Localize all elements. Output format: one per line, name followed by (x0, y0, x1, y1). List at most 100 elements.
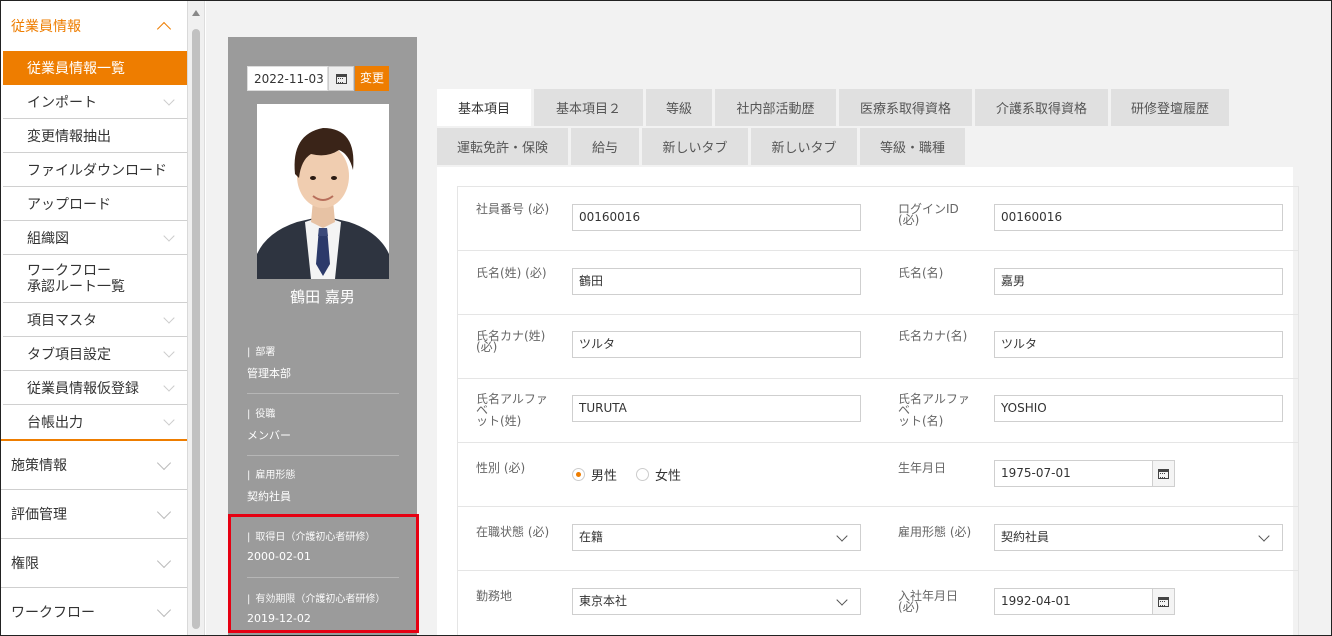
tab-medical-qualifications[interactable]: 医療系取得資格 (839, 89, 972, 126)
calendar-icon (1158, 596, 1169, 607)
first-name-input[interactable]: 嘉男 (994, 268, 1283, 295)
tab-salary[interactable]: 給与 (571, 128, 639, 165)
profile-field-label: 雇用形態 (247, 466, 399, 481)
sidebar-item-workflow-routes[interactable]: ワークフロー 承認ルート一覧 (3, 255, 187, 303)
form-row: 氏名(姓) (必) 鶴田 氏名(名) 嘉男 (458, 251, 1298, 315)
status-label: 在職状態 (必) (476, 525, 550, 539)
calendar-button[interactable] (1152, 461, 1174, 486)
sidebar-section-measures[interactable]: 施策情報 (1, 441, 187, 490)
sidebar-item-label: 従業員情報仮登録 (27, 380, 139, 397)
tab-care-qualifications[interactable]: 介護系取得資格 (975, 89, 1108, 126)
status-select[interactable]: 在籍 (572, 524, 861, 551)
sidebar-section-label: ワークフロー (11, 605, 95, 621)
form-row: 勤務地 東京本社 入社年月日 (必) 1992-04-01 (458, 571, 1298, 635)
sidebar-section-evaluation[interactable]: 評価管理 (1, 490, 187, 539)
label-line-1: ワークフロー (27, 262, 111, 279)
form-row: 在職状態 (必) 在籍 雇用形態 (必) 契約社員 (458, 507, 1298, 571)
sidebar-item-employee-list[interactable]: 従業員情報一覧 (3, 51, 187, 85)
radio-selected-icon (572, 468, 585, 481)
sidebar-item-ledger-output[interactable]: 台帳出力 (3, 405, 187, 439)
sidebar-item-item-master[interactable]: 項目マスタ (3, 303, 187, 337)
birth-date-label: 生年月日 (898, 461, 947, 475)
sidebar-item-label: タブ項目設定 (27, 346, 111, 363)
tab-basic[interactable]: 基本項目 (437, 89, 531, 126)
sidebar-item-provisional-registration[interactable]: 従業員情報仮登録 (3, 371, 187, 405)
tab-grade-job[interactable]: 等級・職種 (860, 128, 965, 165)
sidebar-item-label: 項目マスタ (27, 312, 97, 329)
last-alpha-label: 氏名アルファベ ット(姓) (476, 393, 558, 428)
tab-club-activities[interactable]: 社内部活動歴 (715, 89, 836, 126)
sidebar-item-change-extract[interactable]: 変更情報抽出 (3, 119, 187, 153)
form-row: 社員番号 (必) 00160016 ログインID (必) 00160016 (458, 187, 1298, 251)
sidebar-item-tab-settings[interactable]: タブ項目設定 (3, 337, 187, 371)
calendar-button[interactable] (1152, 589, 1174, 614)
first-alpha-input[interactable]: YOSHIO (994, 395, 1283, 422)
chevron-down-icon (163, 229, 175, 242)
sidebar-section-employee-info[interactable]: 従業員情報 (1, 1, 187, 51)
sidebar-item-org-chart[interactable]: 組織図 (3, 221, 187, 255)
radio-unselected-icon (636, 468, 649, 481)
last-alpha-input[interactable]: TURUTA (572, 395, 861, 422)
sidebar-item-label: インポート (27, 94, 97, 111)
tab-row-1: 基本項目 基本項目２ 等級 社内部活動歴 医療系取得資格 介護系取得資格 研修登… (437, 89, 1317, 127)
employee-no-input[interactable]: 00160016 (572, 204, 861, 231)
sidebar-item-import[interactable]: インポート (3, 85, 187, 119)
form-row: 氏名アルファベ ット(姓) TURUTA 氏名アルファベ ット(名) YOSHIO (458, 379, 1298, 443)
sidebar-section-permissions[interactable]: 権限 (1, 539, 187, 588)
sidebar-item-label: ワークフロー 承認ルート一覧 (27, 263, 125, 295)
birth-date-input[interactable]: 1975-07-01 (994, 460, 1175, 487)
tab-basic-2[interactable]: 基本項目２ (534, 89, 643, 126)
tab-grade[interactable]: 等級 (646, 89, 712, 126)
last-kana-label: 氏名カナ(姓) (必) (476, 330, 558, 354)
chevron-down-icon (163, 414, 175, 426)
highlight-box (228, 514, 419, 633)
chevron-down-icon (156, 602, 172, 617)
sidebar-item-label: 従業員情報一覧 (27, 60, 125, 77)
employment-type-select[interactable]: 契約社員 (994, 524, 1283, 551)
last-name-input[interactable]: 鶴田 (572, 268, 861, 295)
basic-info-form: 社員番号 (必) 00160016 ログインID (必) 00160016 氏名… (457, 186, 1299, 635)
workplace-select[interactable]: 東京本社 (572, 588, 861, 615)
gender-female-radio[interactable]: 女性 (636, 465, 681, 484)
join-date-label: 入社年月日 (必) (898, 589, 959, 614)
sidebar-item-file-download[interactable]: ファイルダウンロード (3, 153, 187, 187)
join-date-input[interactable]: 1992-04-01 (994, 588, 1175, 615)
reference-date-input[interactable]: 2022-11-03 (247, 66, 328, 91)
profile-field-value: 契約社員 (247, 490, 291, 503)
first-kana-label: 氏名カナ(名) (898, 329, 968, 343)
tab-row-2: 運転免許・保険 給与 新しいタブ 新しいタブ 等級・職種 (437, 128, 1317, 166)
tab-license-insurance[interactable]: 運転免許・保険 (437, 128, 568, 165)
calendar-button[interactable] (328, 66, 354, 91)
gender-male-radio[interactable]: 男性 (572, 465, 617, 484)
tab-new-2[interactable]: 新しいタブ (751, 128, 857, 165)
sidebar-section-workflow[interactable]: ワークフロー (1, 588, 187, 635)
gender-label: 性別 (必) (476, 461, 526, 475)
tab-new-1[interactable]: 新しいタブ (642, 128, 748, 165)
form-row: 性別 (必) 男性 女性 生年月日 1975-07-01 (458, 443, 1298, 507)
calendar-icon (1158, 468, 1169, 479)
sidebar-scrollbar[interactable] (188, 1, 205, 635)
first-kana-input[interactable]: ツルタ (994, 331, 1283, 358)
scroll-up-arrow-icon[interactable] (192, 10, 200, 16)
scrollbar-thumb[interactable] (192, 29, 200, 629)
change-button[interactable]: 変更 (355, 66, 389, 91)
chevron-down-icon (163, 311, 175, 324)
login-id-input[interactable]: 00160016 (994, 204, 1283, 231)
profile-field-value: 管理本部 (247, 367, 291, 380)
sidebar-submenu: 従業員情報一覧 インポート 変更情報抽出 ファイルダウンロード アップロード 組… (1, 51, 187, 441)
chevron-down-icon (156, 455, 172, 470)
last-kana-input[interactable]: ツルタ (572, 331, 861, 358)
form-row: 氏名カナ(姓) (必) ツルタ 氏名カナ(名) ツルタ (458, 315, 1298, 379)
sidebar-item-upload[interactable]: アップロード (3, 187, 187, 221)
chevron-down-icon (163, 345, 175, 358)
form-panel: 社員番号 (必) 00160016 ログインID (必) 00160016 氏名… (437, 167, 1299, 635)
tab-training-history[interactable]: 研修登壇履歴 (1111, 89, 1229, 126)
employee-photo-illustration (257, 104, 389, 279)
label-line-2: ット(姓) (476, 414, 522, 428)
label-line-2: (必) (476, 340, 498, 354)
join-date-value: 1992-04-01 (1001, 594, 1071, 608)
calendar-icon (335, 73, 347, 84)
sidebar-item-label: 変更情報抽出 (27, 128, 111, 145)
sidebar-item-label: 組織図 (27, 230, 69, 247)
chevron-down-icon (156, 504, 172, 519)
